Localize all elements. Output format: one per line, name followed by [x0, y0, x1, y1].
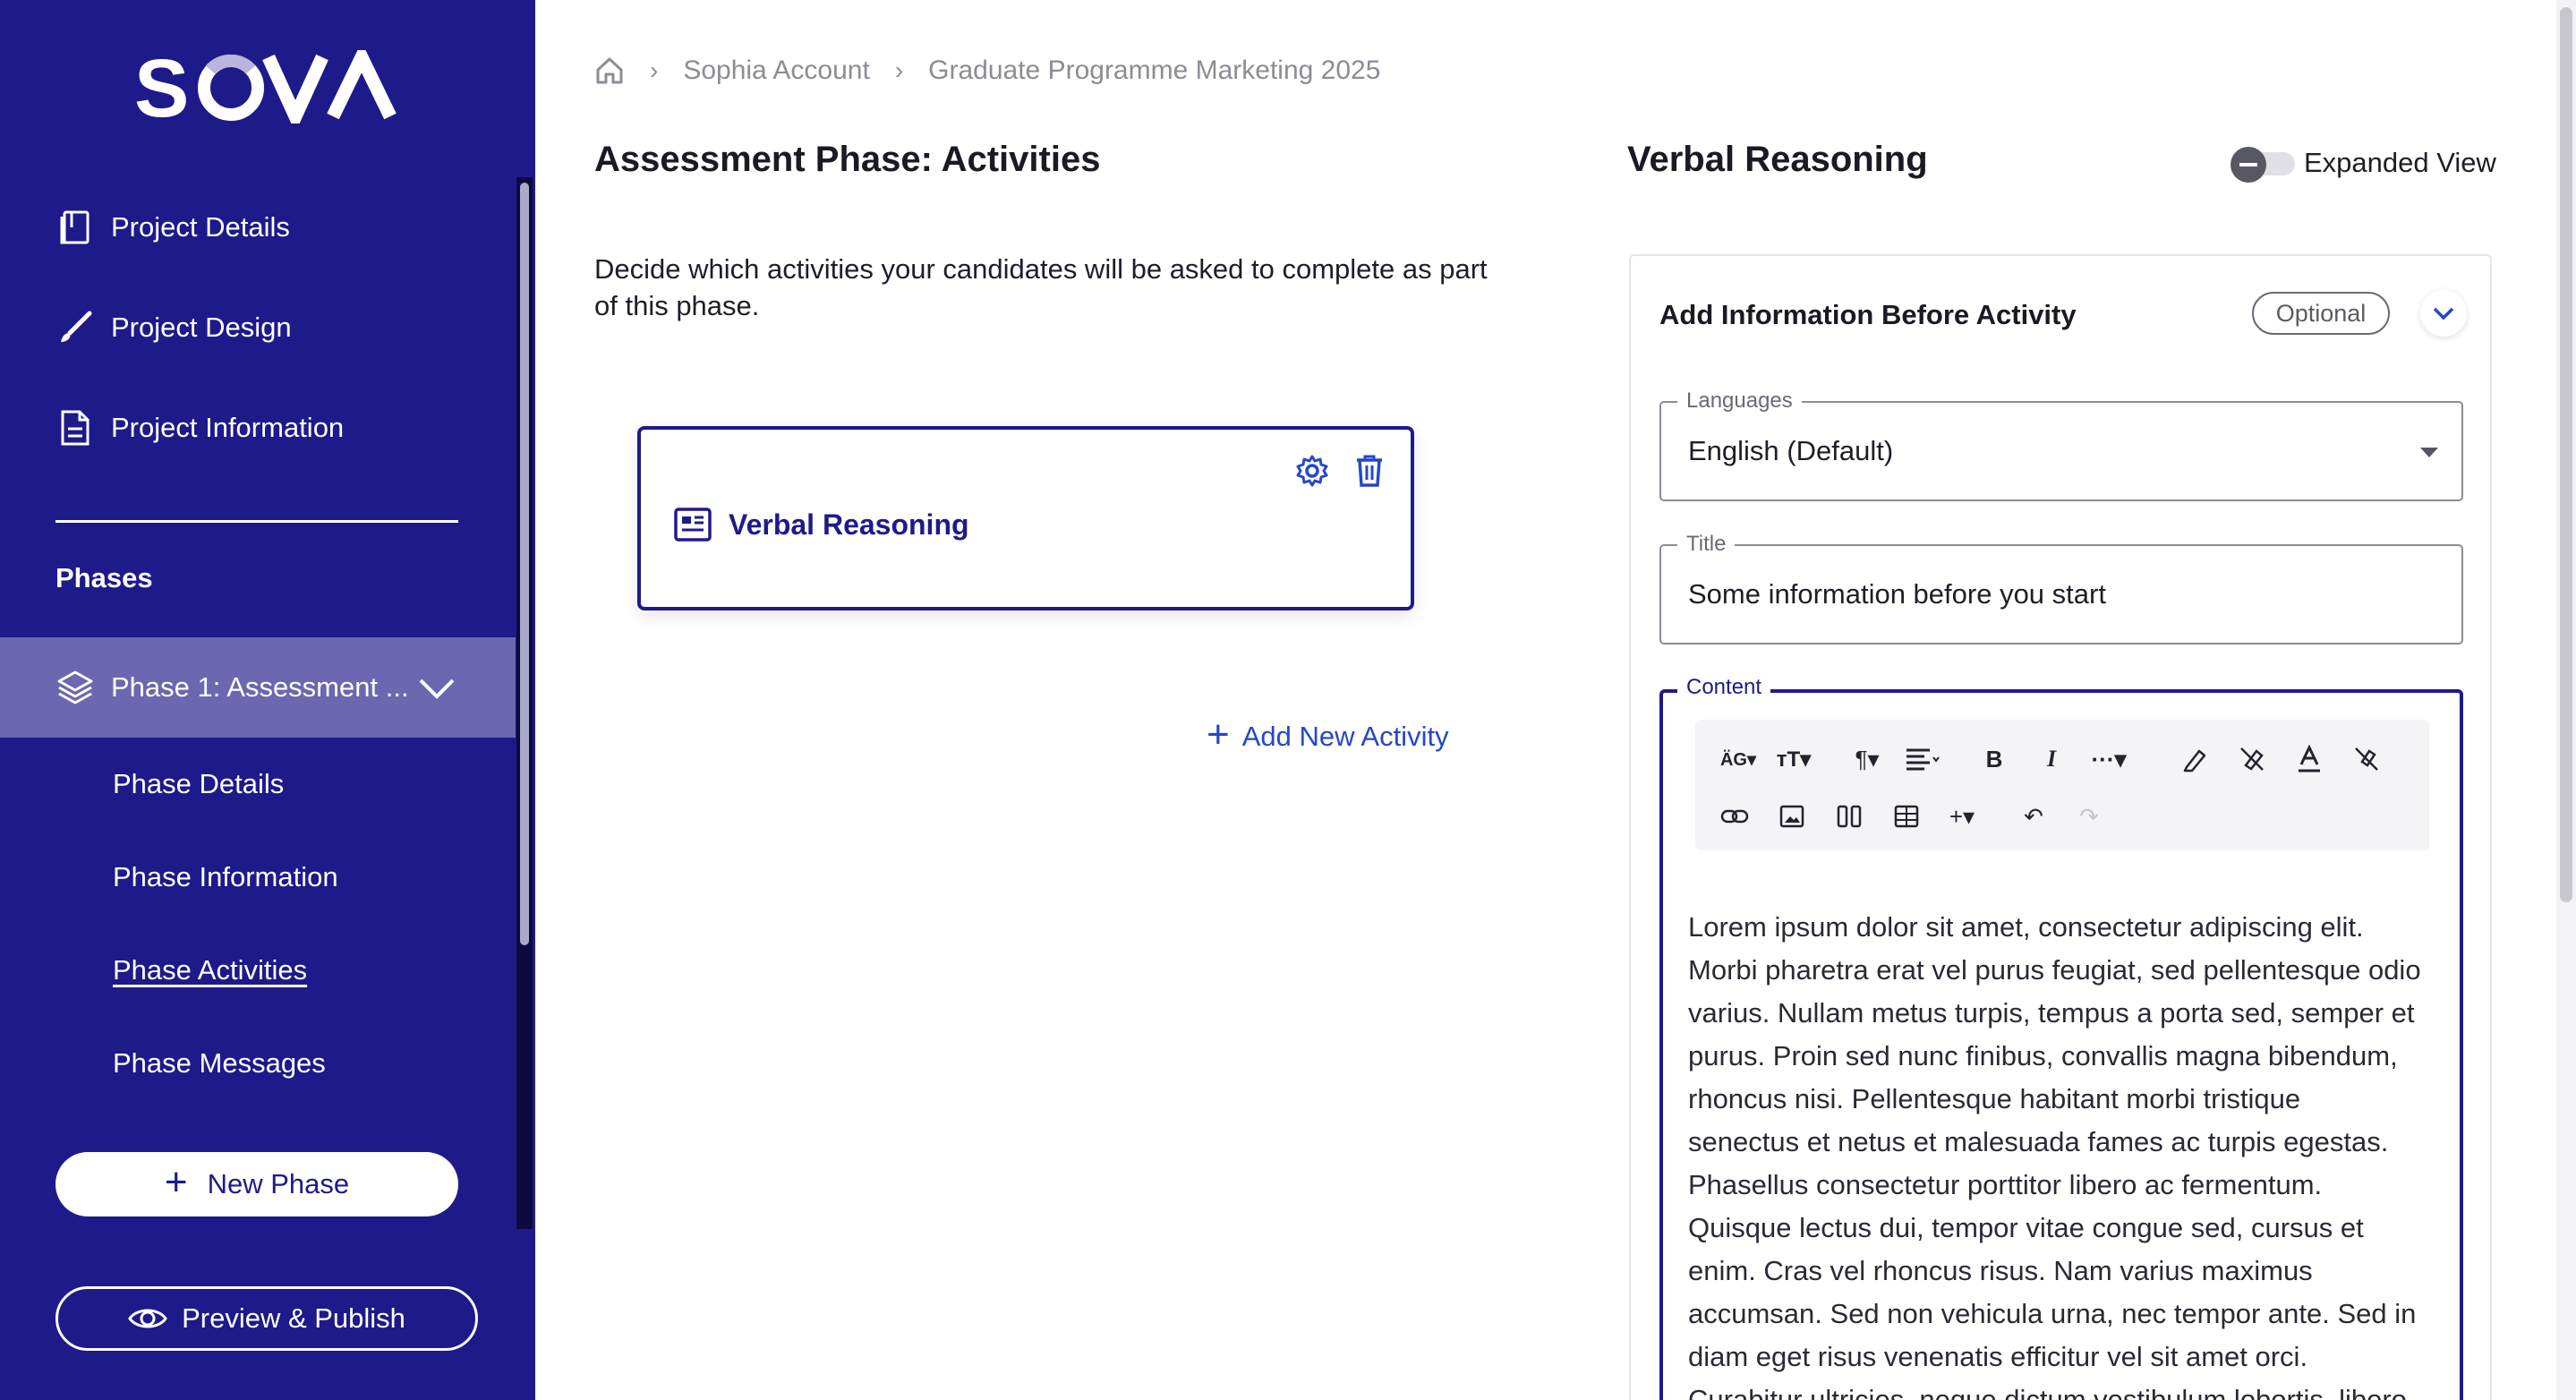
expanded-view-label: Expanded View [2304, 147, 2496, 178]
section-collapse-button[interactable] [2420, 290, 2467, 337]
nav-label: Project Details [111, 211, 290, 243]
book-icon [55, 208, 95, 247]
phase-1-item[interactable]: Phase 1: Assessment ... [0, 637, 516, 738]
nav-project-information[interactable]: Project Information [55, 401, 344, 455]
more-icon[interactable]: ···▾ [2086, 736, 2132, 782]
document-icon [55, 408, 95, 448]
text-case-icon[interactable]: ÄG▾ [1715, 736, 1761, 782]
preview-label: Preview & Publish [182, 1302, 405, 1334]
title-input[interactable]: Title Some information before you start [1659, 532, 2463, 645]
plus-icon: + [164, 1160, 188, 1204]
languages-select[interactable]: Languages English (Default) [1659, 388, 2463, 501]
sub-phase-messages[interactable]: Phase Messages [113, 1047, 326, 1080]
nav-label: Project Design [111, 312, 292, 343]
gear-icon[interactable] [1294, 453, 1330, 489]
sidebar-scroll-thumb[interactable] [520, 183, 529, 945]
font-size-icon[interactable]: тT▾ [1770, 736, 1817, 782]
paragraph-icon[interactable]: ¶▾ [1844, 736, 1890, 782]
brush-icon [55, 308, 95, 347]
expanded-view-toggle[interactable] [2231, 147, 2297, 183]
image-icon[interactable] [1769, 793, 1815, 840]
page-description: Decide which activities your candidates … [594, 253, 1488, 321]
page-scroll-thumb[interactable] [2560, 7, 2572, 902]
insert-icon[interactable]: +▾ [1939, 793, 1985, 840]
breadcrumb-project[interactable]: Graduate Programme Marketing 2025 [928, 55, 1380, 86]
svg-text:S: S [134, 50, 191, 124]
new-phase-label: New Phase [207, 1168, 350, 1199]
editor-line: rhoncus nisi. Pellentesque habitant morb… [1688, 1083, 2301, 1114]
table-icon[interactable] [1883, 793, 1930, 840]
section-title: Add Information Before Activity [1659, 299, 2077, 330]
italic-icon[interactable]: I [2028, 736, 2075, 782]
content-legend: Content [1677, 675, 1771, 700]
breadcrumb: › Sophia Account › Graduate Programme Ma… [594, 55, 1380, 86]
bold-icon[interactable]: B [1971, 736, 2017, 782]
chevron-down-icon [2433, 307, 2454, 320]
redo-icon[interactable]: ↷ [2066, 793, 2112, 840]
layers-icon [55, 668, 95, 707]
activity-settings-panel: Add Information Before Activity Optional… [1629, 254, 2492, 1400]
nav-project-details[interactable]: Project Details [55, 201, 290, 254]
link-icon[interactable] [1711, 793, 1758, 840]
editor-line: senectus et netus et malesuada fames ac … [1688, 1126, 2389, 1157]
breadcrumb-account[interactable]: Sophia Account [683, 55, 870, 86]
activity-card-title: Verbal Reasoning [729, 508, 969, 541]
editor-line: Quisque lectus dui, tempor vitae congue … [1688, 1212, 2364, 1243]
sidebar: S Project Details Project Design Project… [0, 0, 535, 1400]
editor-line: purus. Proin sed nunc finibus, convallis… [1688, 1040, 2398, 1071]
phases-heading: Phases [55, 562, 153, 593]
align-icon[interactable] [1899, 736, 1946, 782]
clear-highlight-icon[interactable] [2229, 736, 2275, 782]
languages-value: English (Default) [1688, 435, 1894, 466]
sub-phase-information[interactable]: Phase Information [113, 861, 338, 893]
nav-label: Project Information [111, 412, 345, 443]
editor-line: varius. Nullam metus turpis, tempus a po… [1688, 997, 2415, 1029]
toggle-knob [2231, 147, 2266, 183]
font-color-icon[interactable] [2286, 736, 2333, 782]
editor-line: Lorem ipsum dolor sit amet, consectetur … [1688, 911, 2364, 943]
editor-line: Phasellus consectetur porttitor libero a… [1688, 1169, 2323, 1200]
trash-icon[interactable] [1353, 453, 1386, 489]
sidebar-divider [55, 520, 458, 523]
sova-logo: S [134, 50, 397, 124]
editor-line: accumsan. Sed non vehicula urna, nec tem… [1688, 1298, 2417, 1329]
nav-project-design[interactable]: Project Design [55, 301, 292, 354]
editor-content[interactable]: Lorem ipsum dolor sit amet, consectetur … [1688, 906, 2449, 1400]
sub-phase-details[interactable]: Phase Details [113, 768, 284, 800]
chevron-down-icon[interactable] [417, 670, 456, 709]
editor-line: diam eget risus venenatis efficitur vel … [1688, 1341, 2308, 1372]
editor-line: enim. Cras vel rhoncus risus. Nam varius… [1688, 1255, 2313, 1286]
editor-toolbar: ÄG▾ тT▾ ¶▾ B I ···▾ +▾ ↶ ↷ [1695, 720, 2429, 850]
undo-icon[interactable]: ↶ [2010, 793, 2057, 840]
panel-title: Verbal Reasoning [1627, 140, 1928, 179]
page-title: Assessment Phase: Activities [594, 140, 1101, 179]
preview-publish-button[interactable]: Preview & Publish [55, 1286, 478, 1351]
content-editor[interactable]: ÄG▾ тT▾ ¶▾ B I ···▾ +▾ ↶ ↷ Lorem ipsum d… [1659, 689, 2463, 1400]
list-card-icon [674, 508, 712, 542]
home-icon[interactable] [594, 55, 625, 86]
languages-legend: Languages [1677, 388, 1802, 414]
plus-icon: + [1207, 713, 1230, 756]
clear-format-icon[interactable] [2343, 736, 2390, 782]
add-new-activity-label: Add New Activity [1241, 721, 1449, 752]
editor-line: Curabitur ultricies, neque dictum vestib… [1688, 1384, 2407, 1400]
activity-card[interactable]: Verbal Reasoning [637, 426, 1414, 610]
editor-line: Morbi pharetra erat vel purus feugiat, s… [1688, 954, 2421, 986]
chevron-right-icon: › [894, 56, 904, 84]
phase-1-label: Phase 1: Assessment ... [111, 671, 409, 703]
columns-icon[interactable] [1826, 793, 1872, 840]
chevron-right-icon: › [650, 56, 659, 84]
new-phase-button[interactable]: + New Phase [55, 1152, 458, 1216]
add-new-activity-button[interactable]: + Add New Activity [1207, 713, 1449, 757]
title-legend: Title [1677, 532, 1736, 557]
title-value: Some information before you start [1688, 578, 2106, 610]
dropdown-caret-icon [2420, 448, 2438, 457]
sub-phase-activities[interactable]: Phase Activities [113, 954, 307, 986]
optional-badge: Optional [2252, 292, 2390, 335]
highlight-icon[interactable] [2171, 736, 2218, 782]
eye-icon [128, 1309, 167, 1328]
